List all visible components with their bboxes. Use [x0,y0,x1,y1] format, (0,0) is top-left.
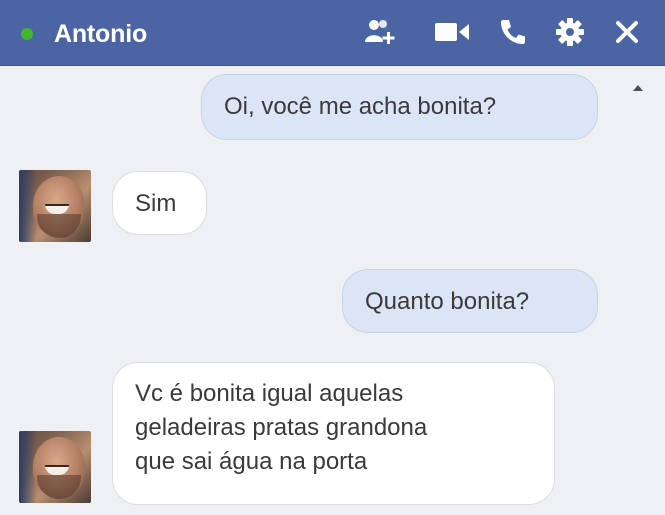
message-text: Sim [135,190,177,217]
add-friend-icon [365,20,395,44]
message-text-line: geladeiras pratas grandona [135,414,428,441]
chat-window: Antonio Oi, você me acha bonita? Sim Qua… [0,0,665,515]
gear-icon [556,18,584,46]
close-button[interactable] [608,13,646,51]
contact-name[interactable]: Antonio [54,14,147,54]
contact-avatar[interactable] [19,170,91,242]
message-text-line: que sai água na porta [135,448,368,475]
message-text-line: Vc é bonita igual aquelas [135,380,404,407]
message-bubble-outgoing[interactable]: Quanto bonita? [342,269,598,333]
phone-icon [501,20,525,44]
message-text: Oi, você me acha bonita? [224,93,497,120]
chat-header[interactable]: Antonio [0,0,665,66]
message-bubble-incoming[interactable]: Vc é bonita igual aquelas geladeiras pra… [112,362,555,505]
message-bubble-outgoing[interactable]: Oi, você me acha bonita? [201,74,598,140]
message-bubble-incoming[interactable]: Sim [112,171,207,235]
add-friend-button[interactable] [362,13,400,51]
scroll-up-arrow[interactable] [633,85,643,91]
message-list[interactable]: Oi, você me acha bonita? Sim Quanto boni… [0,67,665,515]
message-text: Quanto bonita? [365,288,530,315]
settings-button[interactable] [551,13,589,51]
video-call-icon [435,23,469,41]
video-call-button[interactable] [433,13,471,51]
online-status-dot [21,28,33,40]
close-icon [616,21,638,43]
contact-avatar[interactable] [19,431,91,503]
phone-call-button[interactable] [494,13,532,51]
